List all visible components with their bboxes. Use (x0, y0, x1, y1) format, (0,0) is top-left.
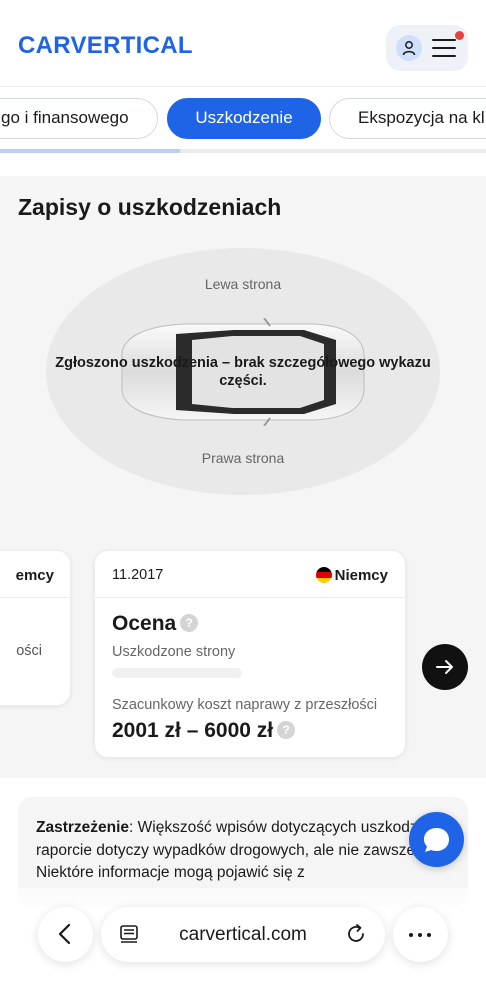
browser-url[interactable]: carvertical.com (101, 924, 385, 946)
more-dots-icon (409, 933, 413, 937)
damage-record-card: 11.2017 Niemcy Ocena? Uszkodzone strony … (94, 550, 406, 758)
account-button[interactable] (396, 35, 422, 61)
reload-icon[interactable] (345, 923, 367, 945)
header-actions (386, 25, 468, 71)
disclaimer-text: Zastrzeżenie: Większość wpisów dotyczący… (36, 817, 454, 885)
site-header: CARVERTICAL (0, 0, 486, 86)
page: CARVERTICAL go i finansowego Uszkodzenie… (0, 0, 486, 1000)
repair-cost-value: 2001 zł – 6000 zł? (112, 719, 296, 743)
chevron-left-icon (58, 923, 71, 945)
tab-exposure[interactable]: Ekspozycja na kl (329, 98, 486, 139)
next-card-button[interactable] (422, 644, 468, 690)
damage-summary-message: Zgłoszono uszkodzenia – brak szczegółowe… (55, 355, 431, 389)
damaged-sides-placeholder (112, 668, 242, 678)
arrow-right-icon (436, 660, 453, 674)
menu-button[interactable] (432, 37, 456, 59)
repair-cost-text: 2001 zł – 6000 zł (112, 719, 274, 742)
tab-finance[interactable]: go i finansowego (0, 98, 158, 139)
chat-button[interactable] (409, 812, 464, 867)
card-divider (0, 597, 70, 598)
damage-record-card-previous[interactable]: emcy ości (0, 550, 71, 706)
disclaimer-bold: Zastrzeżenie (36, 819, 130, 836)
notification-dot (455, 31, 464, 40)
chat-bubble-icon (424, 828, 449, 852)
card-divider (95, 597, 405, 598)
question-icon[interactable]: ? (277, 721, 296, 739)
card-text-fragment: ości (16, 643, 42, 659)
germany-flag-icon (316, 567, 332, 583)
right-side-label: Prawa strona (201, 450, 285, 466)
home-indicator (0, 985, 486, 1000)
tabs-scroll-fill (0, 149, 180, 153)
card-country: emcy (15, 567, 54, 584)
left-side-label: Lewa strona (204, 276, 282, 292)
browser-more-button[interactable] (393, 907, 448, 962)
section-tabs: go i finansowego Uszkodzenie Ekspozycja … (0, 86, 486, 154)
section-title: Zapisy o uszkodzeniach (18, 194, 282, 220)
carvertical-logo[interactable]: CARVERTICAL (18, 32, 193, 60)
user-icon (402, 41, 416, 56)
damage-records-section: Zapisy o uszkodzeniach Lewa strona Zgłos… (0, 176, 486, 778)
tabs-scroll-indicator (0, 149, 486, 153)
repair-cost-label: Szacunkowy koszt naprawy z przeszłości (112, 697, 378, 713)
record-title-text: Ocena (112, 612, 177, 635)
browser-address-bar[interactable]: carvertical.com (101, 907, 385, 962)
question-icon[interactable]: ? (180, 614, 199, 632)
browser-back-button[interactable] (38, 907, 93, 962)
tab-damage[interactable]: Uszkodzenie (167, 98, 321, 139)
hamburger-menu-icon (432, 39, 456, 41)
record-title: Ocena? (112, 612, 199, 636)
record-date: 11.2017 (112, 567, 164, 583)
car-damage-diagram: Lewa strona Zgłoszono uszkodzenia – brak… (46, 248, 440, 495)
record-country: Niemcy (334, 567, 388, 584)
damaged-sides-label: Uszkodzone strony (112, 644, 236, 660)
